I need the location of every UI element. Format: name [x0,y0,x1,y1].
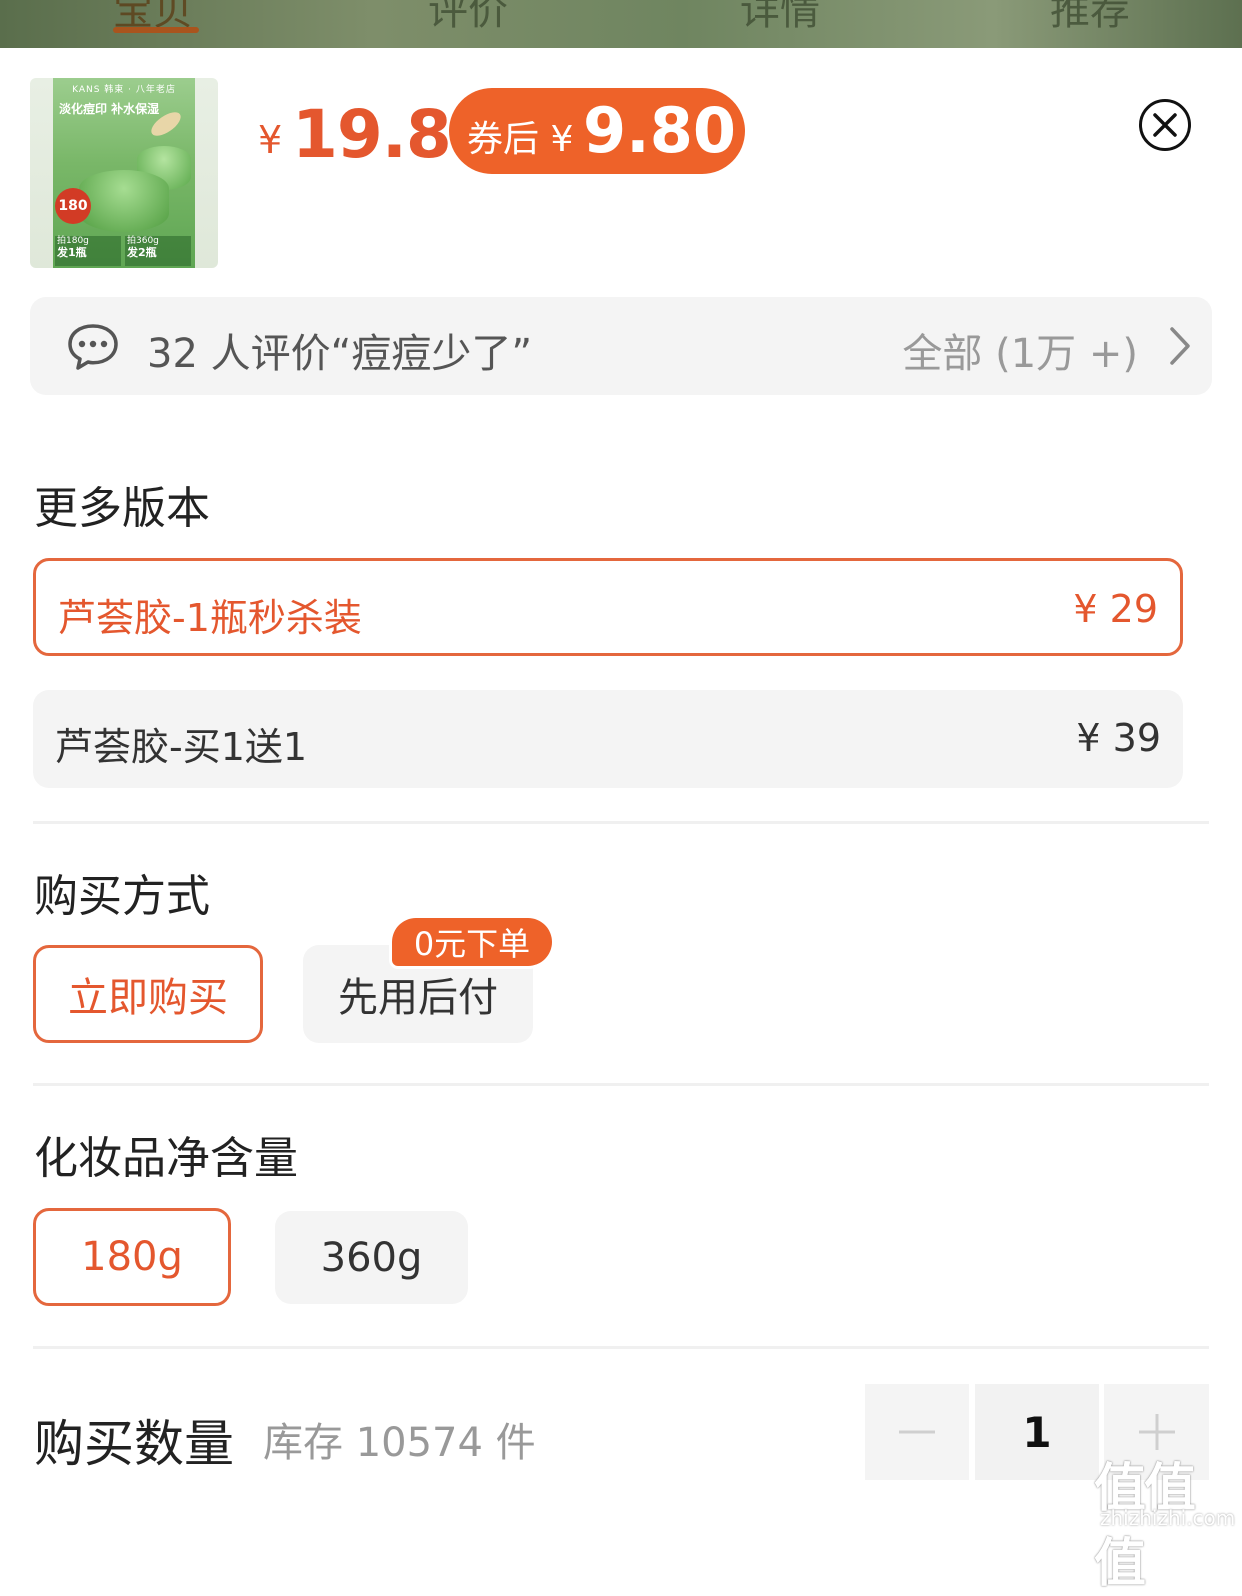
thumbnail-option-2-line2: 发2瓶 [127,246,157,259]
review-summary-bar[interactable]: 32 人评价“痘痘少了” 全部 (1万 +) [30,297,1212,395]
thumbnail-slogan: 淡化痘印 补水保湿 [59,102,160,116]
coupon-label: 券后 ¥ [467,119,574,160]
product-image: KANS 韩束 · 八年老店 淡化痘印 补水保湿 180 拍180g 发1瓶 拍… [53,78,195,268]
chevron-right-icon [1170,327,1190,365]
thumbnail-option-2-line1: 拍360g [127,236,159,246]
price-currency: ¥ [258,118,283,162]
size-option-180g[interactable]: 180g [33,1208,231,1306]
tab-details[interactable]: 详情 [740,0,820,36]
net-content-title: 化妆品净含量 [34,1133,298,1184]
review-highlight-text: 32 人评价“痘痘少了” [147,331,533,377]
coupon-price-badge: 券后 ¥ 9.80 [449,88,745,174]
product-price: 19.8 [292,96,452,173]
minus-icon [899,1430,935,1434]
purchase-method-title: 购买方式 [34,871,210,922]
close-icon [1153,113,1177,137]
version-name: 芦荟胶-买1送1 [55,725,308,769]
zero-down-tag: 0元下单 [392,918,552,966]
thumbnail-brand: KANS 韩束 · 八年老店 [72,85,176,95]
all-reviews-link[interactable]: 全部 (1万 +) [902,321,1138,379]
thumbnail-size-badge: 180 [55,188,91,224]
quantity-input[interactable]: 1 [975,1384,1099,1480]
divider [33,1083,1209,1086]
size-option-360g[interactable]: 360g [275,1211,468,1304]
coupon-price: 9.80 [583,94,736,167]
version-price: ¥ 29 [1073,587,1158,631]
watermark-url: zhizhizhi.com [1100,1506,1236,1530]
buy-now-option[interactable]: 立即购买 [33,945,263,1043]
product-thumbnail[interactable]: KANS 韩束 · 八年老店 淡化痘印 补水保湿 180 拍180g 发1瓶 拍… [30,78,218,268]
thumbnail-option-1-line1: 拍180g [57,236,89,246]
active-tab-underline [113,27,199,33]
quantity-title: 购买数量 [34,1415,234,1473]
tab-reviews[interactable]: 评价 [428,0,508,36]
version-option-1-bottle[interactable]: 芦荟胶-1瓶秒杀装 ¥ 29 [33,558,1183,656]
versions-title: 更多版本 [34,483,210,534]
thumbnail-option-1-line2: 发1瓶 [57,246,87,259]
version-name: 芦荟胶-1瓶秒杀装 [58,596,362,640]
stock-count: 库存 10574 件 [263,1420,536,1466]
close-button[interactable] [1139,99,1191,151]
version-option-buy1get1[interactable]: 芦荟胶-买1送1 ¥ 39 [33,690,1183,788]
version-price: ¥ 39 [1076,716,1161,760]
divider [33,1346,1209,1349]
comment-icon [68,324,118,370]
tab-recommend[interactable]: 推荐 [1050,0,1130,36]
divider [33,821,1209,824]
decrease-quantity-button[interactable] [865,1384,969,1480]
thumbnail-option-2: 拍360g 发2瓶 [125,236,191,266]
background-tab-strip: 宝贝 评价 详情 推荐 [0,0,1242,48]
jar-graphic-front [79,170,169,232]
thumbnail-option-1: 拍180g 发1瓶 [55,236,121,266]
